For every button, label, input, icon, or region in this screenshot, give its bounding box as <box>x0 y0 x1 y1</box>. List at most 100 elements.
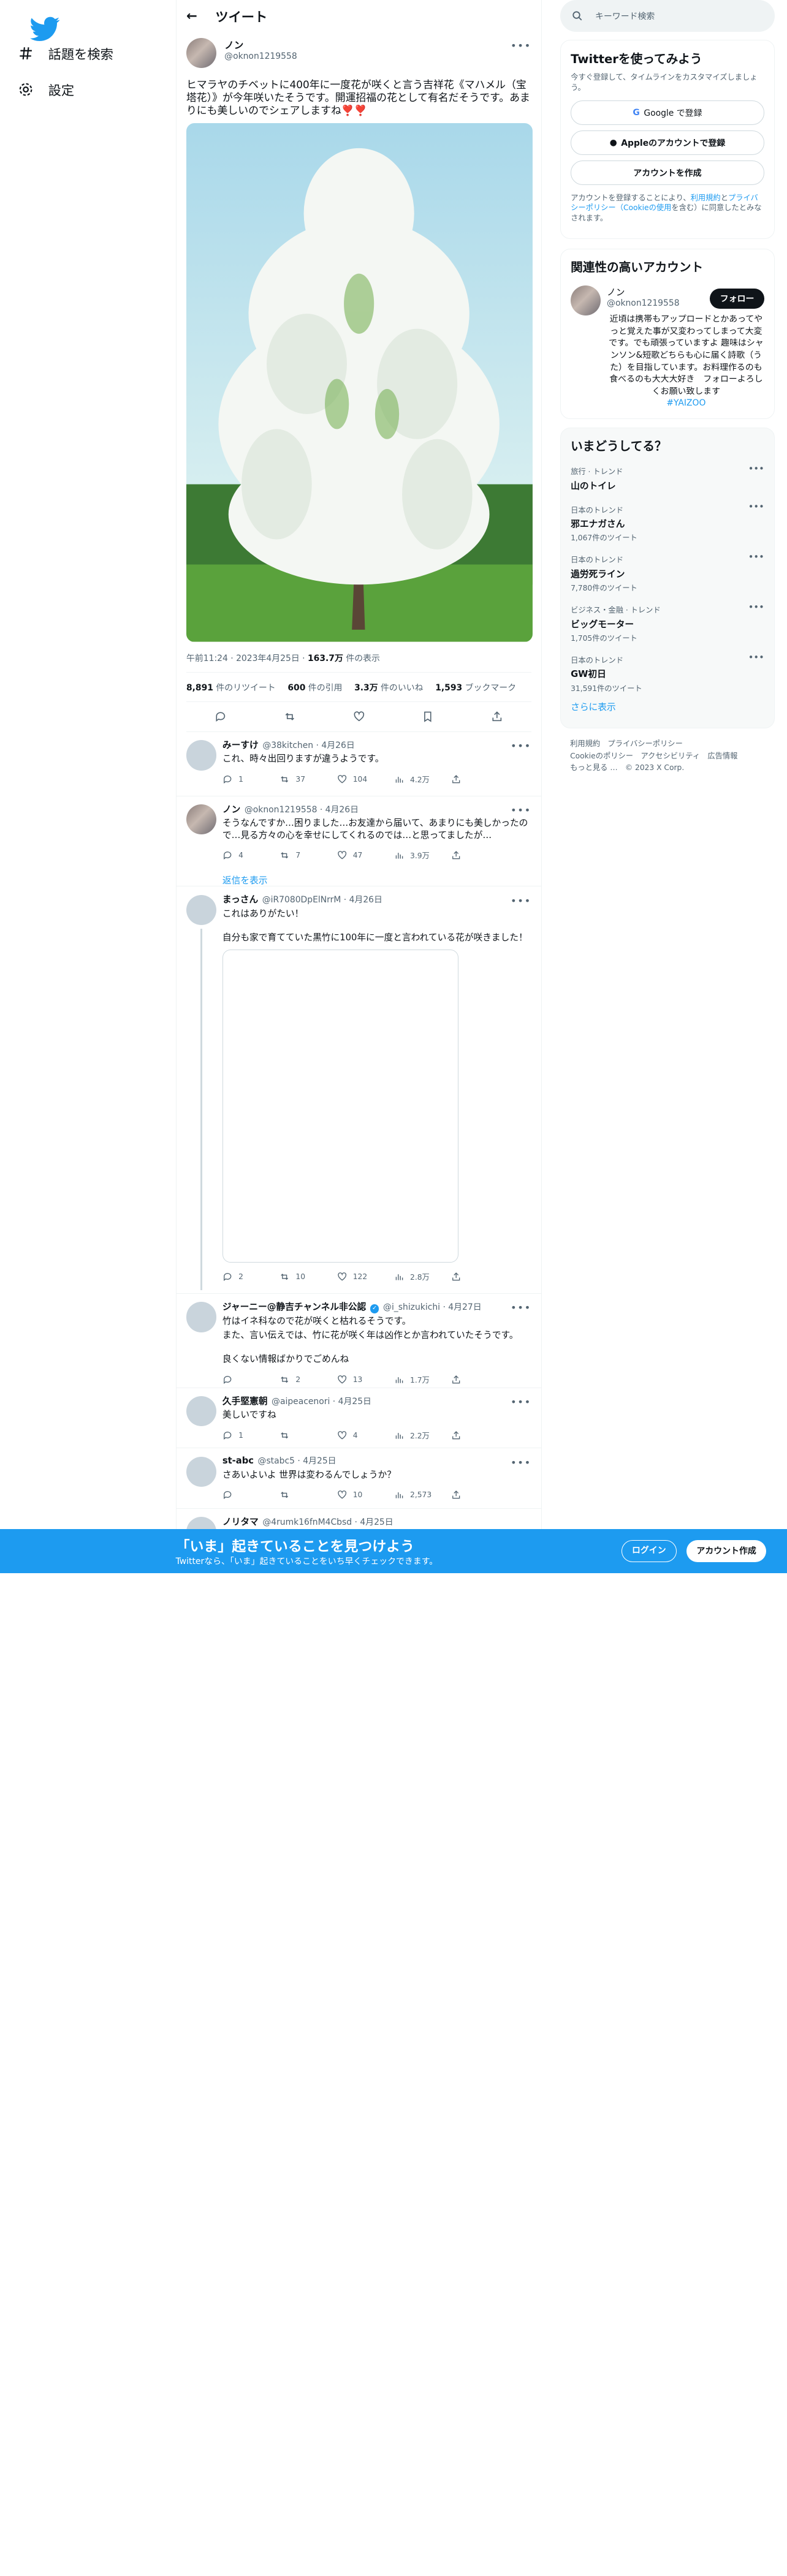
like-count[interactable]: 104 <box>337 774 394 784</box>
like-stat[interactable]: 3.3万 件のいいね <box>354 681 424 693</box>
apple-signup-button[interactable]: ● Appleのアカウントで登録 <box>571 130 764 155</box>
retweet-count[interactable]: 37 <box>279 774 336 784</box>
reply-author-name[interactable]: ノリタマ <box>222 1515 259 1528</box>
reply-author-handle[interactable]: @iR7080DpElNrrM · 4月26日 <box>262 893 382 905</box>
trend-item[interactable]: 日本のトレンド 邪エナガさん 1,067件のツイート ••• <box>571 500 764 550</box>
footer-row[interactable]: 利用規約 プライバシーポリシー <box>570 738 765 750</box>
tweet-time[interactable]: 午前11:24 · 2023年4月25日 · <box>186 654 308 663</box>
reply-item[interactable]: ••• みーすけ @38kitchen · 4月26日 これ、時々出回りますが違う… <box>176 732 542 797</box>
bookmark-stat[interactable]: 1,593 ブックマーク <box>435 681 516 693</box>
more-icon[interactable]: ••• <box>511 740 531 752</box>
reply-count[interactable]: 1 <box>222 1430 279 1440</box>
more-icon[interactable]: ••• <box>511 804 531 816</box>
like-count[interactable]: 10 <box>337 1490 394 1500</box>
retweet-count[interactable] <box>279 1490 336 1500</box>
avatar[interactable] <box>186 740 217 771</box>
search-bar[interactable]: キーワード検索 <box>560 0 775 32</box>
view-count[interactable]: 1.7万 <box>394 1374 451 1385</box>
reply-count[interactable]: 2 <box>222 1272 279 1282</box>
author-name[interactable]: ノン <box>224 38 297 51</box>
share-count[interactable] <box>451 1375 508 1384</box>
footer-row[interactable]: もっと見る … © 2023 X Corp. <box>570 762 765 774</box>
reply-item[interactable]: ••• st-abc @stabc5 · 4月25日 さあいよいよ 世界は変わるん… <box>176 1448 542 1509</box>
hashtag-link[interactable]: #YAIZOO <box>666 398 705 408</box>
search-input[interactable]: キーワード検索 <box>595 10 655 22</box>
more-icon[interactable]: ••• <box>748 464 764 474</box>
follow-button[interactable]: フォロー <box>710 288 764 309</box>
reply-count[interactable] <box>222 1375 279 1384</box>
avatar[interactable] <box>186 1302 217 1332</box>
like-count[interactable]: 13 <box>337 1375 394 1384</box>
reply-count[interactable]: 1 <box>222 774 279 784</box>
login-button[interactable]: ログイン <box>621 1539 677 1562</box>
trend-item[interactable]: 旅行 · トレンド 山のトイレ ••• <box>571 462 764 500</box>
retweet-stat[interactable]: 8,891 件のリツイート <box>186 681 276 693</box>
reply-author-handle[interactable]: @i_shizukichi · 4月27日 <box>383 1301 482 1313</box>
more-icon[interactable]: ••• <box>748 652 764 663</box>
more-icon[interactable]: ••• <box>511 40 531 51</box>
avatar[interactable] <box>186 1456 217 1487</box>
retweet-count[interactable]: 10 <box>279 1272 336 1282</box>
view-count[interactable]: 2.2万 <box>394 1430 451 1441</box>
google-signup-button[interactable]: G Google で登録 <box>571 100 764 125</box>
view-count[interactable]: 2,573 <box>394 1490 451 1500</box>
view-count[interactable]: 4.2万 <box>394 774 451 785</box>
reply-item[interactable]: ••• 久手堅憲朝 @aipeacenori · 4月25日 美しいですね 1 4… <box>176 1388 542 1449</box>
reply-author-handle[interactable]: @oknon1219558 · 4月26日 <box>245 803 359 815</box>
reply-author-name[interactable]: まっさん <box>222 893 258 905</box>
reply-count[interactable]: 4 <box>222 850 279 860</box>
avatar[interactable] <box>186 804 217 835</box>
trend-item[interactable]: ビジネス・金融 · トレンド ビッグモーター 1,705件のツイート ••• <box>571 600 764 651</box>
retweet-count[interactable] <box>279 1430 336 1440</box>
nav-settings[interactable]: 設定 <box>18 80 74 99</box>
like-count[interactable]: 122 <box>337 1272 394 1282</box>
quote-stat[interactable]: 600 件の引用 <box>287 681 342 693</box>
trend-item[interactable]: 日本のトレンド 過労死ライン 7,780件のツイート ••• <box>571 550 764 600</box>
tweet-image[interactable] <box>186 123 533 642</box>
reply-author-handle[interactable]: @38kitchen · 4月26日 <box>262 739 354 751</box>
retweet-icon[interactable] <box>284 711 296 723</box>
reply-author-handle[interactable]: @aipeacenori · 4月25日 <box>272 1395 371 1407</box>
author-handle[interactable]: @oknon1219558 <box>224 51 297 61</box>
reply-author-name[interactable]: ジャーニー@静吉チャンネル非公認 <box>222 1300 366 1313</box>
create-account-button[interactable]: アカウントを作成 <box>571 161 764 185</box>
more-icon[interactable]: ••• <box>748 602 764 613</box>
more-icon[interactable]: ••• <box>511 1302 531 1313</box>
reply-author-name[interactable]: st-abc <box>222 1456 254 1466</box>
reply-count[interactable] <box>222 1490 279 1500</box>
nav-explore[interactable]: 話題を検索 <box>18 44 113 63</box>
more-icon[interactable]: ••• <box>511 1396 531 1408</box>
show-more-link[interactable]: さらに表示 <box>571 700 764 713</box>
view-count[interactable]: 2.8万 <box>394 1271 451 1282</box>
share-icon[interactable] <box>491 711 503 723</box>
reply-item[interactable]: ••• まっさん @iR7080DpElNrrM · 4月26日 これはありがたい… <box>176 886 542 1294</box>
more-icon[interactable]: ••• <box>748 502 764 512</box>
like-icon[interactable] <box>353 711 365 723</box>
share-count[interactable] <box>451 1490 508 1500</box>
avatar[interactable] <box>186 1396 217 1427</box>
share-count[interactable] <box>451 1272 508 1282</box>
reply-item[interactable]: ••• ジャーニー@静吉チャンネル非公認 ✓ @i_shizukichi · 4月2… <box>176 1294 542 1389</box>
signup-button[interactable]: アカウント作成 <box>686 1539 767 1562</box>
avatar[interactable] <box>571 285 601 316</box>
related-account-name[interactable]: ノン <box>607 285 625 298</box>
avatar[interactable] <box>186 894 217 925</box>
footer-row[interactable]: Cookieのポリシー アクセシビリティ 広告情報 <box>570 750 765 763</box>
back-arrow-icon[interactable]: ← <box>186 9 197 24</box>
reply-author-handle[interactable]: @4rumk16fnM4Cbsd · 4月25日 <box>262 1516 393 1528</box>
reply-author-name[interactable]: ノン <box>222 803 240 815</box>
more-icon[interactable]: ••• <box>511 1457 531 1468</box>
view-count[interactable]: 3.9万 <box>394 850 451 861</box>
reply-icon[interactable] <box>215 711 227 723</box>
more-icon[interactable]: ••• <box>748 552 764 562</box>
related-account-handle[interactable]: @oknon1219558 <box>607 298 680 308</box>
like-count[interactable]: 47 <box>337 850 394 860</box>
retweet-count[interactable]: 2 <box>279 1375 336 1384</box>
terms-link[interactable]: 利用規約 <box>691 194 721 202</box>
share-count[interactable] <box>451 1430 508 1440</box>
share-count[interactable] <box>451 850 508 860</box>
trend-item[interactable]: 日本のトレンド GW初日 31,591件のツイート ••• <box>571 651 764 701</box>
reply-author-name[interactable]: みーすけ <box>222 738 259 751</box>
reply-item[interactable]: ••• ノン @oknon1219558 · 4月26日 そうなんですか…困りまし… <box>176 796 542 887</box>
retweet-count[interactable]: 7 <box>279 850 336 860</box>
